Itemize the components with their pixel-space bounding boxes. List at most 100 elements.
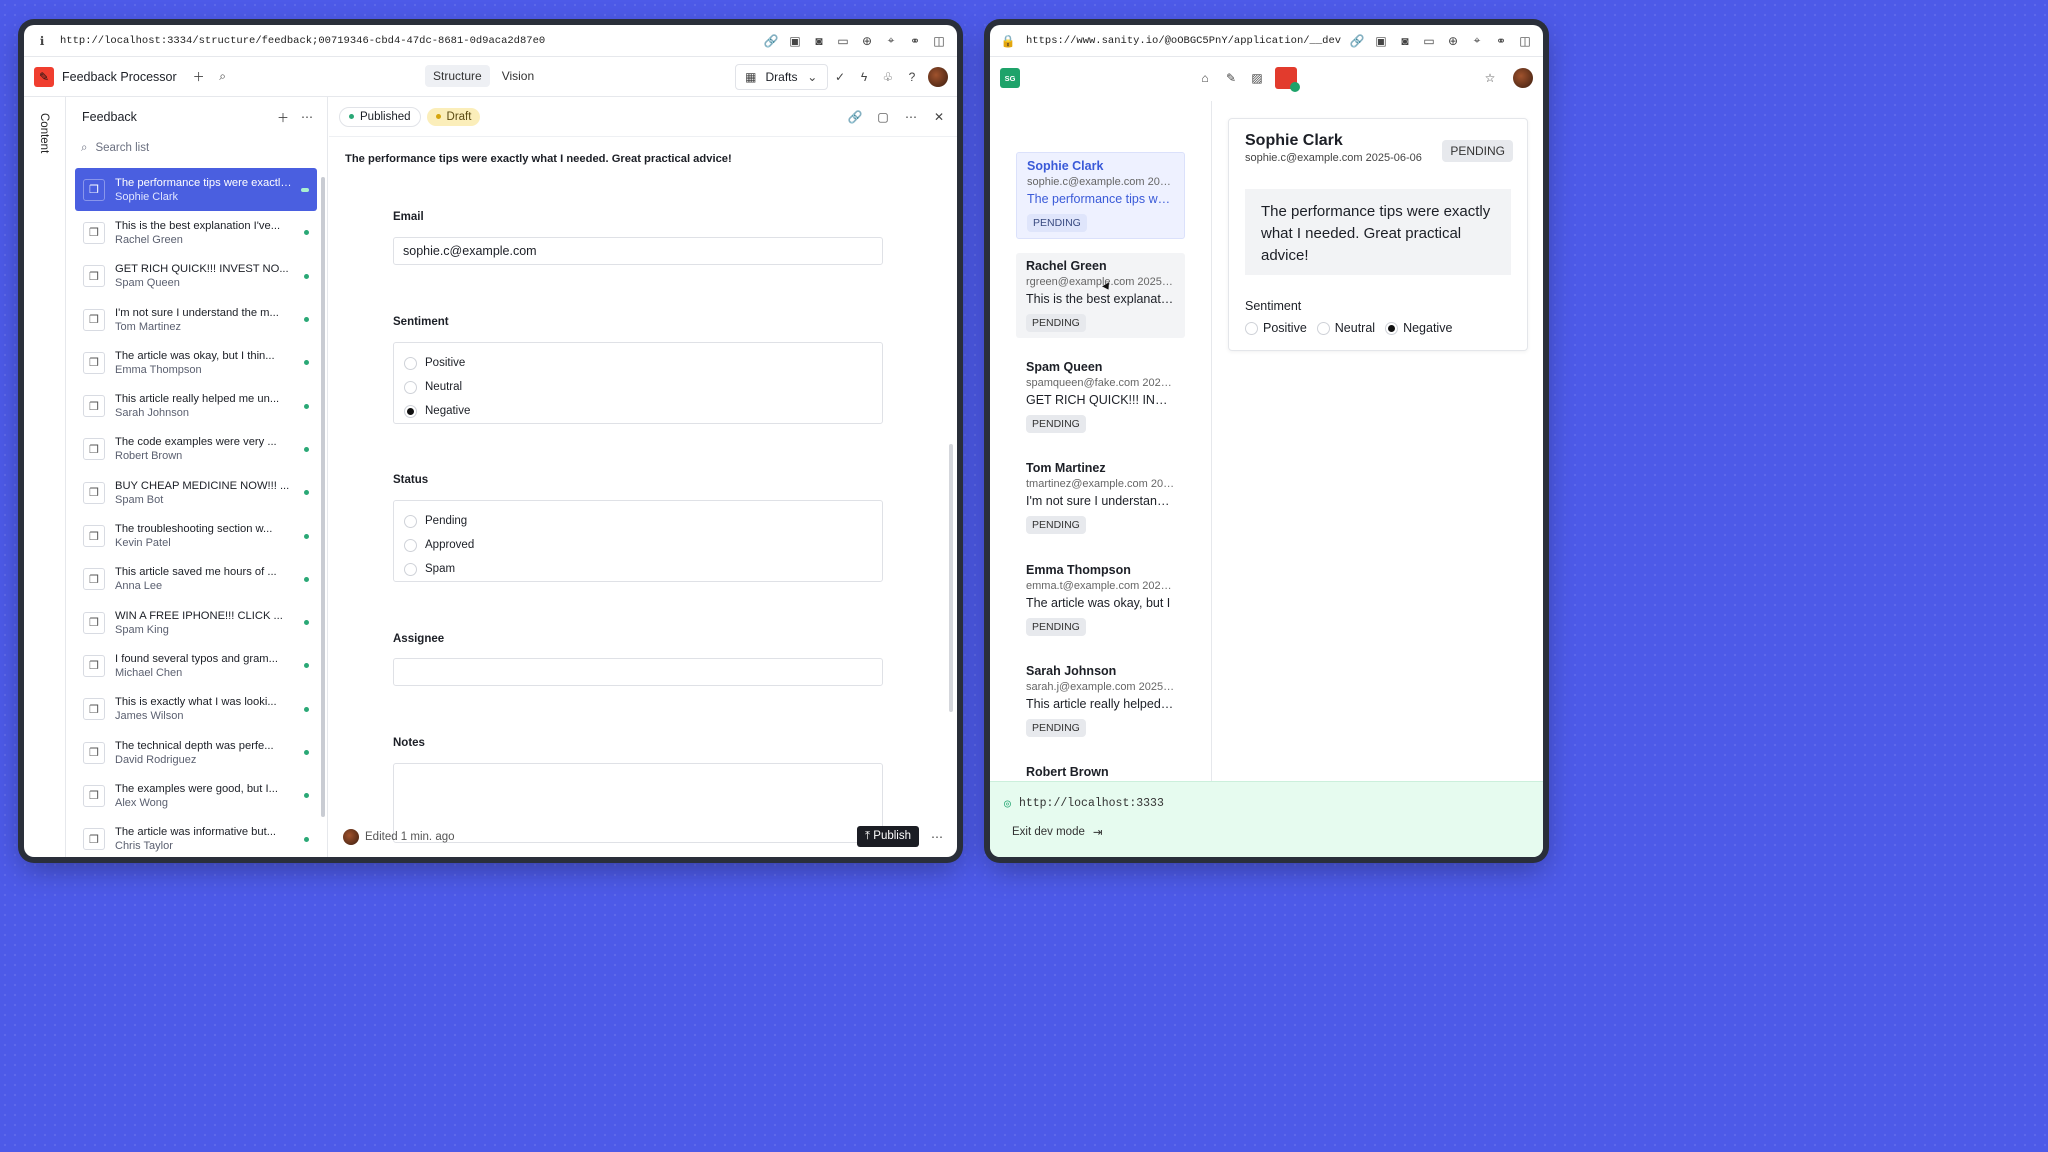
document-icon: ❐ xyxy=(83,568,105,591)
list-item[interactable]: ❐ BUY CHEAP MEDICINE NOW!!! ... Spam Bot xyxy=(75,471,317,514)
list-item[interactable]: ❐ I found several typos and gram... Michae… xyxy=(75,644,317,687)
lock-icon[interactable]: 🔒 xyxy=(1000,33,1016,49)
tasks-icon[interactable]: ♧ xyxy=(880,69,896,85)
list-item[interactable]: ❐ The performance tips were exactly what … xyxy=(75,168,317,212)
editor-scrollbar[interactable] xyxy=(949,444,953,712)
published-badge[interactable]: Published xyxy=(339,106,421,127)
active-app-icon[interactable] xyxy=(1275,67,1300,92)
list-item[interactable]: ❐ WIN A FREE IPHONE!!! CLICK ... Spam King xyxy=(75,601,317,644)
comment-icon[interactable]: ▢ xyxy=(875,109,891,125)
feedback-card[interactable]: Robert Brownrbrown@example.com 2025-06-0… xyxy=(1016,759,1185,781)
crosshair-icon[interactable]: ⌖ xyxy=(1469,33,1485,49)
edit-icon[interactable]: ✎ xyxy=(1223,70,1239,86)
url-text[interactable]: http://localhost:3334/structure/feedback… xyxy=(60,35,763,47)
crosshair-icon[interactable]: ⌖ xyxy=(883,33,899,49)
tab-vision[interactable]: Vision xyxy=(494,65,542,87)
list-item[interactable]: ❐ The code examples were very ... Robert B… xyxy=(75,428,317,471)
list-title: Feedback xyxy=(82,110,137,124)
status-option-pending[interactable]: Pending xyxy=(404,509,872,533)
list-item[interactable]: ❐ The article was informative but... Chris… xyxy=(75,817,317,857)
feedback-card[interactable]: Sarah Johnson sarah.j@example.com 2025-06… xyxy=(1016,658,1185,743)
list-item[interactable]: ❐ This is exactly what I was looki... Jame… xyxy=(75,688,317,731)
publish-button[interactable]: ⤒ Publish xyxy=(857,826,919,847)
search-list-input[interactable]: ⌕ Search list xyxy=(67,137,327,159)
sentiment-option-positive[interactable]: Positive xyxy=(404,351,872,375)
list-item[interactable]: ❐ The troubleshooting section w... Kevin P… xyxy=(75,514,317,557)
add-document-icon[interactable]: ＋ xyxy=(275,109,291,125)
terminal-icon[interactable]: ▭ xyxy=(835,33,851,49)
item-author: Rachel Green xyxy=(115,233,183,246)
screenshot-icon[interactable]: ▣ xyxy=(1373,33,1389,49)
search-icon[interactable]: ⌕ xyxy=(215,69,231,85)
extensions-icon[interactable]: ⚭ xyxy=(1493,33,1509,49)
help-icon[interactable]: ? xyxy=(904,69,920,85)
create-icon[interactable]: ＋ xyxy=(191,69,207,85)
media-icon[interactable]: ▨ xyxy=(1249,70,1265,86)
document-icon: ❐ xyxy=(83,395,105,418)
sentiment-option-neutral[interactable]: Neutral xyxy=(404,375,872,399)
sentiment-option-negative[interactable]: Negative xyxy=(1385,319,1452,337)
feedback-card[interactable]: Sophie Clark sophie.c@example.com 2025-06… xyxy=(1016,152,1185,239)
feedback-card[interactable]: Rachel Green rgreen@example.com 2025-06-0… xyxy=(1016,253,1185,338)
home-icon[interactable]: ⌂ xyxy=(1197,70,1213,86)
more-menu-icon[interactable]: ⋯ xyxy=(299,109,315,125)
camera-icon[interactable]: ◙ xyxy=(811,33,827,49)
extensions-icon[interactable]: ⚭ xyxy=(907,33,923,49)
dev-url[interactable]: http://localhost:3333 xyxy=(1019,797,1164,810)
star-icon[interactable]: ☆ xyxy=(1482,70,1498,86)
screenshot-icon[interactable]: ▣ xyxy=(787,33,803,49)
rail-label[interactable]: Content xyxy=(38,113,50,153)
check-circle-icon[interactable]: ✓ xyxy=(832,69,848,85)
status-dot xyxy=(304,576,309,582)
link-icon[interactable]: 🔗 xyxy=(763,33,779,49)
address-bar[interactable]: ℹ http://localhost:3334/structure/feedba… xyxy=(24,25,957,57)
list-scrollbar[interactable] xyxy=(321,177,325,817)
list-item[interactable]: ❐ This article saved me hours of ... Anna … xyxy=(75,558,317,601)
app-badge[interactable]: SG xyxy=(1000,68,1020,88)
user-avatar[interactable] xyxy=(928,67,948,87)
card-name: Robert Brown xyxy=(1026,765,1109,779)
feedback-card[interactable]: Emma Thompson emma.t@example.com 2025-06-… xyxy=(1016,557,1185,642)
more-menu-icon[interactable]: ⋯ xyxy=(903,109,919,125)
feedback-card[interactable]: Tom Martinez tmartinez@example.com 2025-0… xyxy=(1016,455,1185,540)
tab-structure[interactable]: Structure xyxy=(425,65,490,87)
globe-icon[interactable]: ⊕ xyxy=(859,33,875,49)
status-option-spam[interactable]: Spam xyxy=(404,557,872,581)
list-item[interactable]: ❐ GET RICH QUICK!!! INVEST NO... Spam Quee… xyxy=(75,255,317,298)
url-text[interactable]: https://www.sanity.io/@oOBGC5PnY/applica… xyxy=(1026,35,1349,47)
address-bar[interactable]: 🔒 https://www.sanity.io/@oOBGC5PnY/appli… xyxy=(990,25,1543,57)
list-item[interactable]: ❐ This is the best explanation I've... Rac… xyxy=(75,211,317,254)
terminal-icon[interactable]: ▭ xyxy=(1421,33,1437,49)
email-field[interactable]: sophie.c@example.com xyxy=(393,237,883,265)
more-menu-icon[interactable]: ⋯ xyxy=(929,829,945,845)
list-item[interactable]: ❐ The article was okay, but I thin... Emma… xyxy=(75,341,317,384)
list-item[interactable]: ❐ The technical depth was perfe... David R… xyxy=(75,731,317,774)
link-icon[interactable]: 🔗 xyxy=(1349,33,1365,49)
status-option-approved[interactable]: Approved xyxy=(404,533,872,557)
close-icon[interactable]: ✕ xyxy=(931,109,947,125)
assignee-field[interactable] xyxy=(393,658,883,686)
sentiment-option-negative[interactable]: Negative xyxy=(404,399,872,423)
user-avatar[interactable] xyxy=(1513,68,1533,88)
sidebar-toggle-icon[interactable]: ◫ xyxy=(1517,33,1533,49)
document-icon: ❐ xyxy=(83,265,105,288)
list-item[interactable]: ❐ I'm not sure I understand the m... Tom M… xyxy=(75,298,317,341)
sentiment-option-neutral[interactable]: Neutral xyxy=(1316,319,1375,337)
lightning-icon[interactable]: ϟ xyxy=(856,69,872,85)
radio-icon xyxy=(404,514,417,528)
draft-badge[interactable]: Draft xyxy=(426,107,481,126)
release-selector[interactable]: ▦ Drafts ⌄ xyxy=(735,64,828,90)
item-author: Sophie Clark xyxy=(115,190,178,203)
list-item[interactable]: ❐ The examples were good, but I... Alex Wo… xyxy=(75,774,317,817)
project-name[interactable]: Feedback Processor xyxy=(62,70,177,84)
globe-icon[interactable]: ⊕ xyxy=(1445,33,1461,49)
feedback-card[interactable]: Spam Queen spamqueen@fake.com 2025-06-06 G… xyxy=(1016,354,1185,439)
list-item[interactable]: ❐ This article really helped me un... Sara… xyxy=(75,384,317,427)
project-logo-icon[interactable]: ✎ xyxy=(34,66,54,87)
sidebar-toggle-icon[interactable]: ◫ xyxy=(931,33,947,49)
info-icon[interactable]: ℹ xyxy=(34,33,50,49)
link-icon[interactable]: 🔗 xyxy=(847,109,863,125)
camera-icon[interactable]: ◙ xyxy=(1397,33,1413,49)
exit-dev-mode-button[interactable]: Exit dev mode ⇥ xyxy=(1012,825,1103,839)
sentiment-option-positive[interactable]: Positive xyxy=(1245,319,1307,337)
